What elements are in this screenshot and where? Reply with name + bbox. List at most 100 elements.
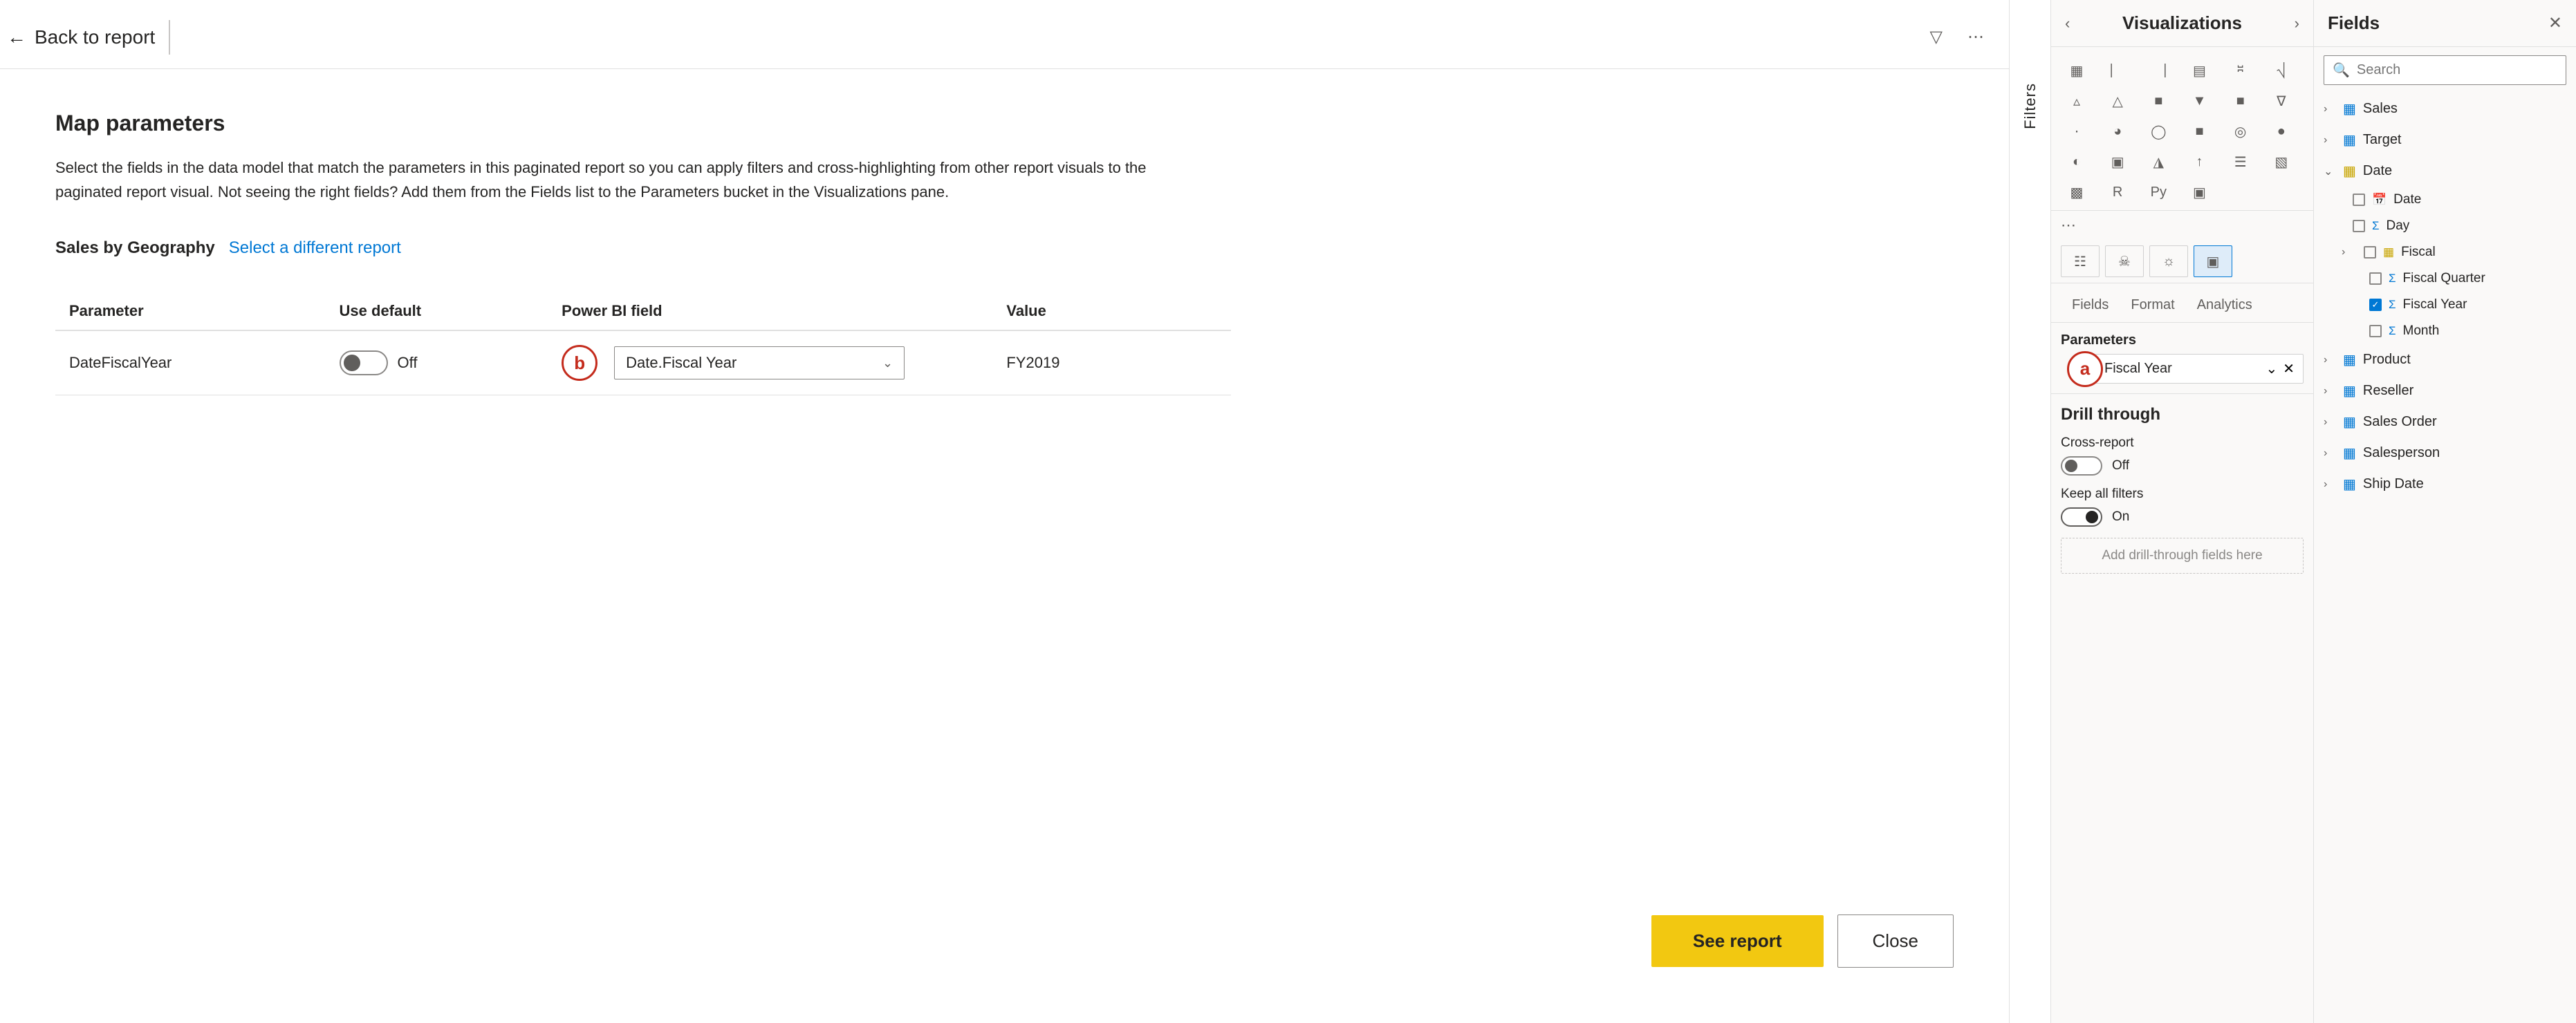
tab-format[interactable]: Format <box>2120 290 2185 322</box>
subitem-label-day: Day <box>2387 218 2410 234</box>
keep-filters-toggle[interactable] <box>2061 507 2102 527</box>
viz-icon-card[interactable]: ▣ <box>2102 148 2133 176</box>
toggle-label: Off <box>398 354 418 372</box>
viz-icon-paginated[interactable]: ▣ <box>2184 178 2216 206</box>
viz-special-icon-2[interactable]: ☠ <box>2105 245 2144 277</box>
fields-header: Fields ✕ <box>2314 0 2576 47</box>
checkbox-day[interactable] <box>2353 220 2365 232</box>
viz-icon-pie[interactable]: ◕ <box>2102 118 2133 145</box>
col-header-parameter: Parameter <box>55 292 326 330</box>
tree-item-target[interactable]: › ▦ Target <box>2314 124 2576 156</box>
viz-icon-stacked-col[interactable]: ⎶ <box>2225 57 2257 84</box>
tree-subitem-fiscal-quarter[interactable]: Σ Fiscal Quarter <box>2314 265 2576 292</box>
viz-collapse-button[interactable]: ‹ <box>2065 15 2070 32</box>
search-input[interactable] <box>2357 62 2557 78</box>
separator <box>169 20 170 55</box>
viz-icon-funnel[interactable]: ∇ <box>2265 87 2297 115</box>
use-default-cell: Off <box>326 330 548 395</box>
viz-icon-kpi[interactable]: ↑ <box>2184 148 2216 176</box>
see-report-button[interactable]: See report <box>1651 915 1824 967</box>
chevron-right-fiscal: › <box>2342 246 2354 259</box>
viz-icon-100-bar[interactable]: ⎹ <box>2142 57 2174 84</box>
viz-table-icon-active[interactable]: ▣ <box>2194 245 2232 277</box>
viz-icon-waterfall[interactable]: ■ <box>2225 87 2257 115</box>
viz-icon-bar-chart[interactable]: ⎸ <box>2102 57 2133 84</box>
tree-subitem-fiscal[interactable]: › ▦ Fiscal <box>2314 239 2576 265</box>
viz-icon-treemap[interactable]: ■ <box>2184 118 2216 145</box>
table-icon-salesperson: ▦ <box>2343 444 2356 462</box>
table-icon-ship-date: ▦ <box>2343 476 2356 493</box>
use-default-toggle[interactable] <box>340 350 388 375</box>
viz-icon-area[interactable]: △ <box>2102 87 2133 115</box>
more-options-button[interactable]: ⋯ <box>1963 23 1988 51</box>
viz-icon-line-clustered[interactable]: ■ <box>2142 87 2174 115</box>
tab-fields[interactable]: Fields <box>2061 290 2120 322</box>
bucket-field-chevron-down[interactable]: ⌄ <box>2265 360 2277 377</box>
back-to-report-link[interactable]: ← Back to report <box>7 26 155 48</box>
viz-icon-stacked-bar[interactable]: ▦ <box>2061 57 2093 84</box>
checkbox-fiscal-quarter[interactable] <box>2369 272 2382 285</box>
viz-icon-map[interactable]: ◎ <box>2225 118 2257 145</box>
fields-close-button[interactable]: ✕ <box>2548 13 2562 33</box>
chevron-right-product: › <box>2324 354 2336 366</box>
tree-item-reseller[interactable]: › ▦ Reseller <box>2314 375 2576 406</box>
viz-special-icon-3[interactable]: ☼ <box>2149 245 2188 277</box>
tree-item-ship-date[interactable]: › ▦ Ship Date <box>2314 469 2576 500</box>
viz-icon-clustered-bar[interactable]: ▤ <box>2184 57 2216 84</box>
tree-subitem-month[interactable]: Σ Month <box>2314 318 2576 344</box>
cross-report-toggle[interactable] <box>2061 456 2102 476</box>
calendar-icon: 📅 <box>2372 193 2387 207</box>
viz-icon-filled-map[interactable]: ● <box>2265 118 2297 145</box>
viz-expand-button[interactable]: › <box>2295 15 2299 32</box>
tab-analytics[interactable]: Analytics <box>2186 290 2263 322</box>
field-dropdown[interactable]: Date.Fiscal Year ⌄ <box>614 346 905 379</box>
viz-icon-r-visual[interactable]: R <box>2102 178 2133 206</box>
back-to-report-label: Back to report <box>35 26 155 48</box>
col-header-power-bi-field: Power BI field <box>548 292 992 330</box>
col-header-value: Value <box>992 292 1231 330</box>
tree-item-sales-order[interactable]: › ▦ Sales Order <box>2314 406 2576 438</box>
viz-icon-scatter[interactable]: ⋅ <box>2061 118 2093 145</box>
subitem-label-date: Date <box>2393 192 2421 207</box>
parameters-bucket: Parameters a Fiscal Year ⌄ ✕ <box>2051 323 2313 393</box>
param-name: DateFiscalYear <box>69 354 172 371</box>
annotation-b: b <box>562 345 597 381</box>
tree-item-date[interactable]: ⌄ ▦ Date <box>2314 156 2576 187</box>
dialog-description: Select the fields in the data model that… <box>55 156 1162 204</box>
checkbox-date[interactable] <box>2353 194 2365 206</box>
tree-subitem-date-field[interactable]: 📅 Date <box>2314 187 2576 213</box>
tree-subitem-day[interactable]: Σ Day <box>2314 213 2576 239</box>
viz-more-icons[interactable]: ⋯ <box>2051 211 2313 240</box>
viz-icon-line[interactable]: ▵ <box>2061 87 2093 115</box>
bucket-field-remove[interactable]: ✕ <box>2283 360 2295 377</box>
viz-icon-table[interactable]: ▧ <box>2265 148 2297 176</box>
viz-icon-donut[interactable]: ◯ <box>2142 118 2174 145</box>
tree-item-product[interactable]: › ▦ Product <box>2314 344 2576 375</box>
viz-icon-ribbon[interactable]: ▼ <box>2184 87 2216 115</box>
hierarchy-icon: ▦ <box>2383 245 2394 259</box>
checkbox-fiscal-year[interactable]: ✓ <box>2369 299 2382 311</box>
viz-special-icon-1[interactable]: ☷ <box>2061 245 2100 277</box>
viz-icon-matrix[interactable]: ▩ <box>2061 178 2093 206</box>
tree-item-salesperson[interactable]: › ▦ Salesperson <box>2314 438 2576 469</box>
filter-icon-button[interactable]: ▽ <box>1926 23 1947 51</box>
keep-filters-toggle-knob <box>2086 511 2098 523</box>
chevron-right-sales-order: › <box>2324 416 2336 429</box>
select-different-link[interactable]: Select a different report <box>229 238 401 258</box>
report-label-row: Sales by Geography Select a different re… <box>55 238 1954 258</box>
checkbox-month[interactable] <box>2369 325 2382 337</box>
viz-icon-100-col[interactable]: ⎷ <box>2265 57 2297 84</box>
drill-through-section: Drill through Cross-report Off Keep all … <box>2051 393 2313 585</box>
tree-subitem-fiscal-year[interactable]: ✓ Σ Fiscal Year <box>2314 292 2576 318</box>
month-icon: Σ <box>2389 324 2396 338</box>
checkbox-fiscal[interactable] <box>2364 246 2376 259</box>
viz-icon-multi-row[interactable]: ◮ <box>2142 148 2174 176</box>
subitem-label-fiscal-year: Fiscal Year <box>2403 297 2467 312</box>
viz-icon-gauge[interactable]: ◐ <box>2061 148 2093 176</box>
viz-icon-python[interactable]: Py <box>2142 178 2174 206</box>
viz-icon-slicer[interactable]: ☰ <box>2225 148 2257 176</box>
tree-item-sales[interactable]: › ▦ Sales <box>2314 93 2576 124</box>
viz-panel-title: Visualizations <box>2122 12 2242 34</box>
fields-search-box: 🔍 <box>2324 55 2566 85</box>
close-button[interactable]: Close <box>1837 914 1954 968</box>
